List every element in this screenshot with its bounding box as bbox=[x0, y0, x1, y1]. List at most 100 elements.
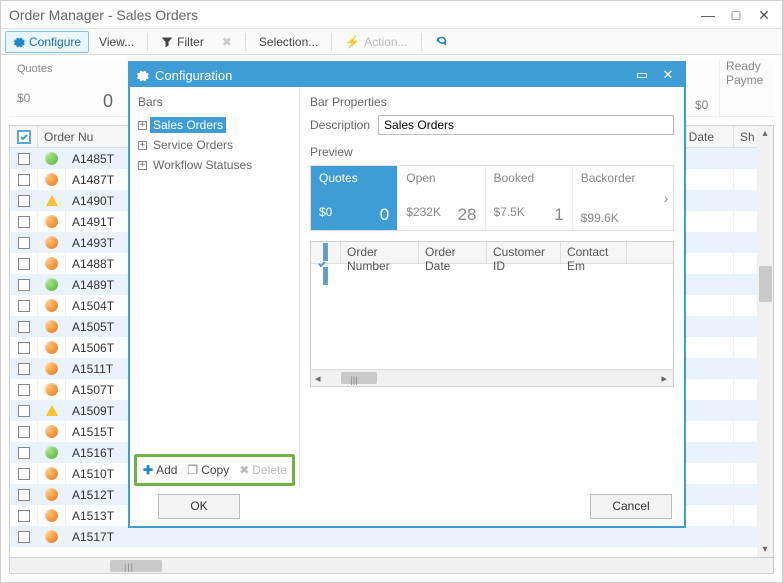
status-cell bbox=[38, 148, 66, 169]
configuration-dialog: Configuration ▭ ✕ Bars +Sales Orders+Ser… bbox=[128, 61, 686, 528]
selection-button[interactable]: Selection... bbox=[251, 31, 326, 53]
scroll-up-icon[interactable]: ▴ bbox=[757, 128, 773, 139]
preview-backordered[interactable]: Backorder $99.6K bbox=[573, 166, 659, 230]
row-checkbox[interactable] bbox=[10, 442, 38, 463]
row-checkbox[interactable] bbox=[10, 526, 38, 547]
cancel-button[interactable]: Cancel bbox=[590, 494, 672, 519]
scroll-thumb[interactable] bbox=[759, 266, 772, 302]
bars-tree[interactable]: +Sales Orders+Service Orders+Workflow St… bbox=[138, 115, 291, 454]
copy-icon: ❐ bbox=[187, 463, 198, 477]
dialog-maximize-button[interactable]: ▭ bbox=[632, 67, 652, 83]
scroll-right-icon[interactable]: ▸ bbox=[661, 372, 667, 385]
expand-icon[interactable]: + bbox=[138, 141, 147, 150]
separator bbox=[147, 33, 148, 51]
ok-button[interactable]: OK bbox=[158, 494, 240, 519]
customer-id-header[interactable]: Customer ID bbox=[487, 242, 561, 263]
row-checkbox[interactable] bbox=[10, 274, 38, 295]
close-button[interactable]: ✕ bbox=[750, 5, 778, 25]
status-orange-icon bbox=[45, 215, 58, 228]
quotes-label: Quotes bbox=[17, 63, 113, 75]
preview-open[interactable]: Open $232K28 bbox=[398, 166, 485, 230]
x-icon: ✖ bbox=[239, 463, 249, 477]
status-orange-icon bbox=[45, 467, 58, 480]
scroll-thumb[interactable] bbox=[110, 560, 162, 572]
more-icon[interactable]: › bbox=[659, 166, 673, 230]
preview-grid[interactable]: Order Number Order Date Customer ID Cont… bbox=[310, 241, 674, 387]
minimize-button[interactable]: — bbox=[694, 5, 722, 25]
status-orange-icon bbox=[45, 362, 58, 375]
configure-button[interactable]: Configure bbox=[5, 31, 89, 53]
vertical-scrollbar[interactable]: ▴ ▾ bbox=[757, 125, 774, 558]
maximize-button[interactable]: □ bbox=[722, 5, 750, 25]
preview-header: Preview bbox=[310, 145, 674, 159]
preview-quotes[interactable]: Quotes $00 bbox=[311, 166, 398, 230]
checkbox-header[interactable] bbox=[311, 242, 341, 263]
expand-icon[interactable]: + bbox=[138, 121, 147, 130]
status-orange-icon bbox=[45, 299, 58, 312]
row-checkbox[interactable] bbox=[10, 505, 38, 526]
row-checkbox[interactable] bbox=[10, 148, 38, 169]
delete-button: ✖ Delete bbox=[239, 463, 287, 477]
order-date-header[interactable]: Order Date bbox=[419, 242, 487, 263]
copy-button[interactable]: ❐ Copy bbox=[187, 463, 229, 477]
mini-horizontal-scrollbar[interactable]: ◂ ||| ▸ bbox=[311, 369, 673, 386]
order-number-header[interactable]: Order Number bbox=[341, 242, 419, 263]
scroll-thumb[interactable]: ||| bbox=[341, 372, 377, 384]
row-checkbox[interactable] bbox=[10, 253, 38, 274]
add-button[interactable]: ✚ Add bbox=[143, 463, 177, 477]
row-checkbox[interactable] bbox=[10, 295, 38, 316]
tree-node[interactable]: +Service Orders bbox=[138, 135, 291, 155]
status-cell bbox=[38, 232, 66, 253]
preview-bar: Quotes $00 Open $232K28 Booked $7.5K1 Ba… bbox=[310, 165, 674, 231]
tree-node[interactable]: +Workflow Statuses bbox=[138, 155, 291, 175]
row-checkbox[interactable] bbox=[10, 379, 38, 400]
row-checkbox[interactable] bbox=[10, 421, 38, 442]
bar-properties-header: Bar Properties bbox=[310, 95, 674, 109]
status-green-icon bbox=[45, 278, 58, 291]
status-cell bbox=[38, 400, 66, 421]
status-cell bbox=[38, 442, 66, 463]
row-checkbox[interactable] bbox=[10, 211, 38, 232]
gear-icon bbox=[13, 36, 25, 48]
refresh-icon bbox=[435, 35, 448, 48]
row-checkbox[interactable] bbox=[10, 484, 38, 505]
status-warning-icon bbox=[46, 195, 58, 206]
scroll-down-icon[interactable]: ▾ bbox=[757, 544, 773, 555]
dialog-title: Configuration bbox=[155, 68, 626, 83]
row-checkbox[interactable] bbox=[10, 358, 38, 379]
dialog-close-button[interactable]: ✕ bbox=[658, 67, 678, 83]
table-row[interactable]: A1517T bbox=[10, 526, 773, 547]
status-cell bbox=[38, 253, 66, 274]
row-checkbox[interactable] bbox=[10, 190, 38, 211]
tree-label: Workflow Statuses bbox=[150, 157, 255, 173]
status-green-icon bbox=[45, 446, 58, 459]
status-cell bbox=[38, 316, 66, 337]
view-button[interactable]: View... bbox=[91, 31, 142, 53]
status-orange-icon bbox=[45, 530, 58, 543]
description-input[interactable] bbox=[378, 115, 674, 135]
horizontal-scrollbar[interactable]: ||| bbox=[9, 557, 774, 574]
contact-email-header[interactable]: Contact Em bbox=[561, 242, 627, 263]
row-checkbox[interactable] bbox=[10, 463, 38, 484]
filter-button[interactable]: Filter bbox=[153, 31, 212, 53]
status-green-icon bbox=[45, 152, 58, 165]
row-checkbox[interactable] bbox=[10, 400, 38, 421]
preview-booked[interactable]: Booked $7.5K1 bbox=[486, 166, 573, 230]
status-orange-icon bbox=[45, 383, 58, 396]
expand-icon[interactable]: + bbox=[138, 161, 147, 170]
row-checkbox[interactable] bbox=[10, 316, 38, 337]
row-checkbox[interactable] bbox=[10, 169, 38, 190]
clear-filter-button: ✖ bbox=[214, 31, 240, 53]
gear-icon bbox=[136, 69, 149, 82]
window-title: Order Manager - Sales Orders bbox=[5, 7, 694, 23]
refresh-button[interactable] bbox=[427, 31, 456, 52]
status-cell bbox=[38, 526, 66, 547]
tree-node[interactable]: +Sales Orders bbox=[138, 115, 291, 135]
scroll-left-icon[interactable]: ◂ bbox=[315, 372, 321, 385]
status-cell bbox=[38, 274, 66, 295]
row-checkbox[interactable] bbox=[10, 232, 38, 253]
checkbox-header[interactable] bbox=[10, 126, 38, 147]
row-checkbox[interactable] bbox=[10, 337, 38, 358]
status-warning-icon bbox=[46, 405, 58, 416]
status-orange-icon bbox=[45, 173, 58, 186]
